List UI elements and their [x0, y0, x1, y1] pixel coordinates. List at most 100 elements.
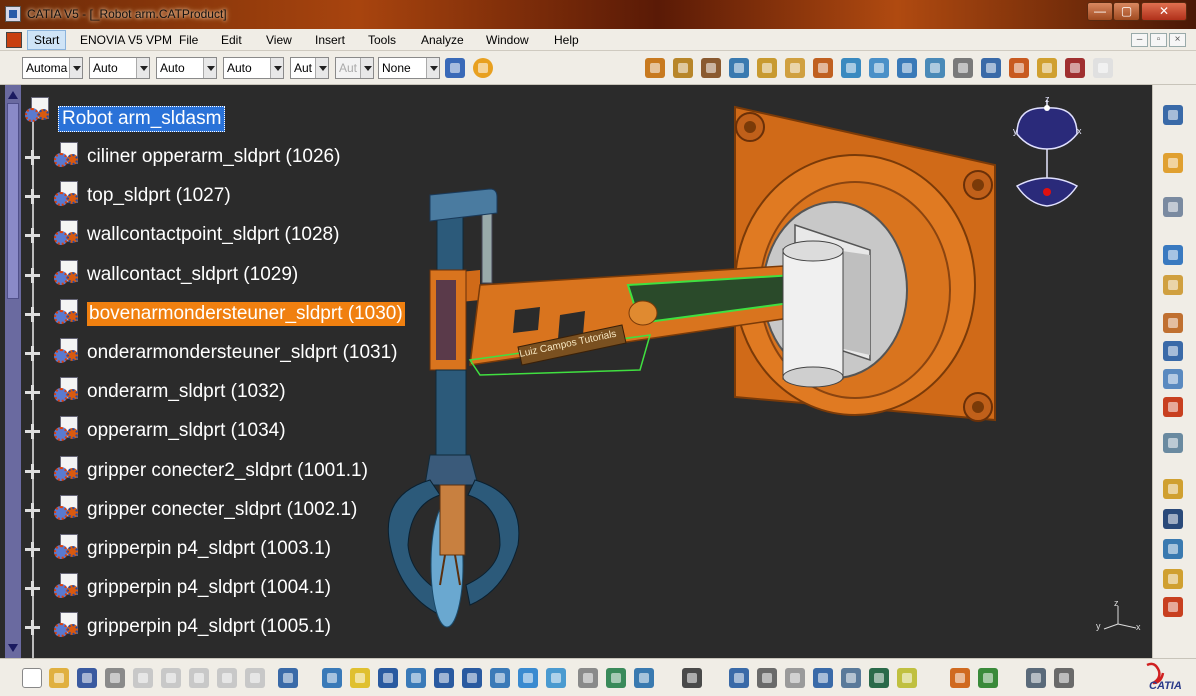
menu-enovia[interactable]: ENOVIA V5 VPM [80, 33, 172, 47]
point-type-combo[interactable]: Aut [290, 57, 329, 79]
offset-icon[interactable] [897, 58, 917, 78]
tree-expand-icon[interactable] [25, 267, 40, 283]
undo-icon[interactable] [217, 668, 237, 688]
pan-icon[interactable] [378, 668, 398, 688]
minimize-button[interactable]: — [1087, 2, 1113, 21]
color-combo[interactable]: Automa [22, 57, 83, 79]
menu-tools[interactable]: Tools [368, 33, 396, 47]
dimension-icon[interactable] [1026, 668, 1046, 688]
fly-mode-icon[interactable] [1163, 105, 1183, 125]
layer-filter-combo[interactable]: None [378, 57, 440, 79]
rotate-view-icon[interactable] [406, 668, 426, 688]
tree-expand-icon[interactable] [25, 346, 40, 361]
target-icon[interactable] [729, 668, 749, 688]
measure-icon[interactable] [1163, 197, 1183, 217]
tree-expand-icon[interactable] [25, 189, 40, 205]
close-button[interactable]: ✕ [1141, 2, 1187, 21]
tree-node-label[interactable]: opperarm_sldprt (1034) [87, 419, 286, 443]
tree-expand-icon[interactable] [25, 542, 40, 557]
tree-node-label[interactable]: gripper conecter_sldprt (1002.1) [87, 498, 357, 522]
tree-node-label[interactable]: bovenarmondersteuner_sldprt (1030) [87, 301, 405, 326]
menu-analyze[interactable]: Analyze [421, 33, 464, 47]
menu-start[interactable]: Start [27, 30, 67, 50]
chevron-down-icon[interactable] [426, 58, 439, 78]
tree-expand-icon[interactable] [25, 228, 40, 244]
catia-app-icon[interactable] [5, 6, 21, 22]
wall-plate[interactable] [734, 105, 996, 422]
lighting-icon[interactable] [869, 668, 889, 688]
angle-icon[interactable] [925, 58, 945, 78]
coincidence-icon[interactable] [841, 58, 861, 78]
zoom-in-icon[interactable] [434, 668, 454, 688]
tree-node-label[interactable]: gripper conecter2_sldprt (1001.1) [87, 459, 368, 483]
fly-icon[interactable] [322, 668, 342, 688]
fix-icon[interactable] [953, 58, 973, 78]
manipulate-icon[interactable] [1037, 58, 1057, 78]
shoulder-joint[interactable] [782, 240, 844, 388]
chevron-down-icon[interactable] [270, 58, 283, 78]
tree-node-label[interactable]: gripperpin p4_sldprt (1005.1) [87, 615, 331, 639]
iso-view-icon[interactable] [546, 668, 566, 688]
menu-window[interactable]: Window [486, 33, 529, 47]
sectioning-icon[interactable] [1163, 397, 1183, 417]
tree-expand-icon[interactable] [25, 385, 40, 401]
existing-component-icon[interactable] [757, 58, 777, 78]
catalog-icon[interactable] [1163, 479, 1183, 499]
chevron-down-icon[interactable] [136, 58, 149, 78]
tree-expand-icon[interactable] [25, 620, 40, 636]
3d-viewport[interactable]: Luiz Campos Tutorials Robot arm_sldasm c… [0, 85, 1152, 658]
hide-show-icon[interactable] [606, 668, 626, 688]
move-icon[interactable] [1163, 275, 1183, 295]
component-icon[interactable] [701, 58, 721, 78]
tree-root-label[interactable]: Robot arm_sldasm [58, 106, 226, 132]
menu-help[interactable]: Help [554, 33, 579, 47]
tree-node-label[interactable]: top_sldprt (1027) [87, 184, 231, 208]
cut-icon[interactable] [133, 668, 153, 688]
tree-expand-icon[interactable] [25, 306, 40, 322]
contact-icon[interactable] [869, 58, 889, 78]
maximize-button[interactable]: ▢ [1113, 2, 1140, 21]
normal-view-icon[interactable] [490, 668, 510, 688]
tree-expand-icon[interactable] [25, 581, 40, 597]
graph-tree-icon[interactable] [813, 58, 833, 78]
tree-node-label[interactable]: gripperpin p4_sldprt (1003.1) [87, 537, 331, 561]
tree-node-label[interactable]: gripperpin p4_sldprt (1004.1) [87, 576, 331, 600]
menu-file[interactable]: File [179, 33, 198, 47]
compass-widget[interactable]: z y x [1005, 94, 1090, 214]
robot-arm-model[interactable]: Luiz Campos Tutorials [0, 85, 1152, 658]
document-icon[interactable] [6, 32, 22, 48]
tree-expand-icon[interactable] [25, 502, 40, 518]
transparency-combo[interactable]: Auto [89, 57, 150, 79]
knowledge-icon[interactable] [978, 668, 998, 688]
zoom-out-icon[interactable] [462, 668, 482, 688]
open-icon[interactable] [49, 668, 69, 688]
bill-of-material-icon[interactable] [1163, 509, 1183, 529]
pointer-icon[interactable] [1163, 433, 1183, 453]
generate-numbering-icon[interactable] [1163, 539, 1183, 559]
tree-expand-icon[interactable] [25, 150, 40, 165]
multi-view-icon[interactable] [518, 668, 538, 688]
swap-space-icon[interactable] [634, 668, 654, 688]
search-icon[interactable] [813, 668, 833, 688]
line-type-combo[interactable]: Auto [223, 57, 284, 79]
axis-system-icon[interactable] [1093, 58, 1113, 78]
doc-close-button[interactable]: × [1169, 33, 1186, 47]
publication-icon[interactable] [1054, 668, 1074, 688]
rewind-icon[interactable] [757, 668, 777, 688]
anchor-icon[interactable] [1163, 341, 1183, 361]
redo-icon[interactable] [245, 668, 265, 688]
chevron-down-icon[interactable] [315, 58, 328, 78]
copy-icon[interactable] [161, 668, 181, 688]
doc-restore-button[interactable]: ▫ [1150, 33, 1167, 47]
chevron-down-icon[interactable] [203, 58, 216, 78]
tree-expand-icon[interactable] [25, 463, 40, 479]
part-icon[interactable] [729, 58, 749, 78]
chevron-down-icon[interactable] [69, 58, 82, 78]
material-icon[interactable] [473, 58, 493, 78]
annotation-icon[interactable] [1163, 569, 1183, 589]
menu-insert[interactable]: Insert [315, 33, 345, 47]
render-style-icon[interactable] [578, 668, 598, 688]
doc-minimize-button[interactable]: – [1131, 33, 1148, 47]
tools-icon[interactable] [1163, 597, 1183, 617]
new-icon[interactable] [22, 668, 42, 688]
